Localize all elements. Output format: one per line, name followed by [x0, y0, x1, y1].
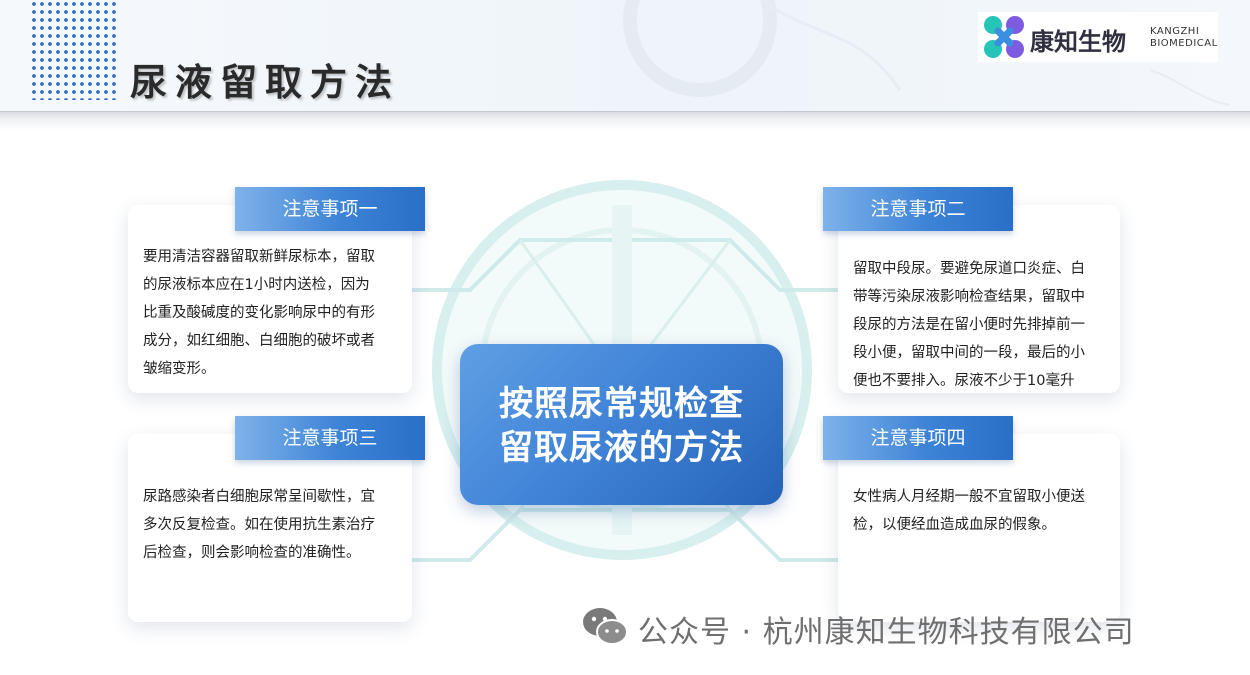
note-card-3: 尿路感染者白细胞尿常呈间歇性，宜 多次反复检查。如在使用抗生素治疗 后检查，则会…	[128, 434, 412, 622]
page-title: 尿液留取方法	[130, 61, 400, 104]
note-1-line: 成分，如红细胞、白细胞的破坏或者	[143, 333, 375, 349]
note-4-line: 女性病人月经期一般不宜留取小便送	[853, 489, 1085, 505]
note-2-line: 段尿的方法是在留小便时先排掉前一	[853, 317, 1085, 333]
note-2-line: 带等污染尿液影响检查结果，留取中	[853, 289, 1085, 305]
note-3-body: 尿路感染者白细胞尿常呈间歇性，宜 多次反复检查。如在使用抗生素治疗 后检查，则会…	[143, 483, 405, 567]
note-4-line: 检，以便经血造成血尿的假象。	[853, 517, 1056, 533]
note-2-body: 留取中段尿。要避免尿道口炎症、白 带等污染尿液影响检查结果，留取中 段尿的方法是…	[853, 255, 1115, 393]
note-4-title: 注意事项四	[823, 416, 1013, 460]
header-shadow-band	[0, 112, 1250, 130]
note-1-line: 皱缩变形。	[143, 361, 216, 377]
note-3-title: 注意事项三	[235, 416, 425, 460]
note-1-body: 要用清洁容器留取新鲜尿标本，留取 的尿液标本应在1小时内送检，因为 比重及酸碱度…	[143, 243, 405, 383]
logo-name-en-line2: BIOMEDICAL	[1150, 38, 1218, 49]
note-card-1: 要用清洁容器留取新鲜尿标本，留取 的尿液标本应在1小时内送检，因为 比重及酸碱度…	[128, 205, 412, 393]
note-card-4: 女性病人月经期一般不宜留取小便送 检，以便经血造成血尿的假象。	[838, 434, 1120, 622]
center-topic-line-1: 按照尿常规检查	[499, 384, 744, 424]
note-1-line: 要用清洁容器留取新鲜尿标本，留取	[143, 249, 375, 265]
note-2-line: 段小便，留取中间的一段，最后的小	[853, 345, 1085, 361]
wechat-icon	[583, 608, 628, 645]
center-topic-line-2: 留取尿液的方法	[499, 428, 744, 468]
note-4-body: 女性病人月经期一般不宜留取小便送 检，以便经血造成血尿的假象。	[853, 483, 1115, 539]
center-topic-box: 按照尿常规检查 留取尿液的方法	[460, 344, 783, 505]
note-1-line: 比重及酸碱度的变化影响尿中的有形	[143, 305, 375, 321]
note-3-line: 后检查，则会影响检查的准确性。	[143, 545, 361, 561]
note-2-line: 留取中段尿。要避免尿道口炎症、白	[853, 261, 1085, 277]
note-1-line: 的尿液标本应在1小时内送检，因为	[143, 277, 370, 293]
watermark-text: 公众号 · 杭州康知生物科技有限公司	[638, 615, 1135, 650]
note-2-line: 便也不要排入。尿液不少于10毫升	[853, 373, 1075, 389]
company-logo: 康知生物 KANGZHI BIOMEDICAL	[978, 12, 1218, 62]
note-3-line: 多次反复检查。如在使用抗生素治疗	[143, 517, 375, 533]
dot-grid-decoration	[30, 0, 118, 100]
logo-name-cn: 康知生物	[1030, 28, 1126, 56]
note-2-title: 注意事项二	[823, 187, 1013, 231]
note-1-title: 注意事项一	[235, 187, 425, 231]
note-card-2: 留取中段尿。要避免尿道口炎症、白 带等污染尿液影响检查结果，留取中 段尿的方法是…	[838, 205, 1120, 393]
logo-name-en-line1: KANGZHI	[1150, 26, 1200, 37]
note-3-line: 尿路感染者白细胞尿常呈间歇性，宜	[143, 489, 375, 505]
kangzhi-logo-icon	[984, 16, 1024, 58]
